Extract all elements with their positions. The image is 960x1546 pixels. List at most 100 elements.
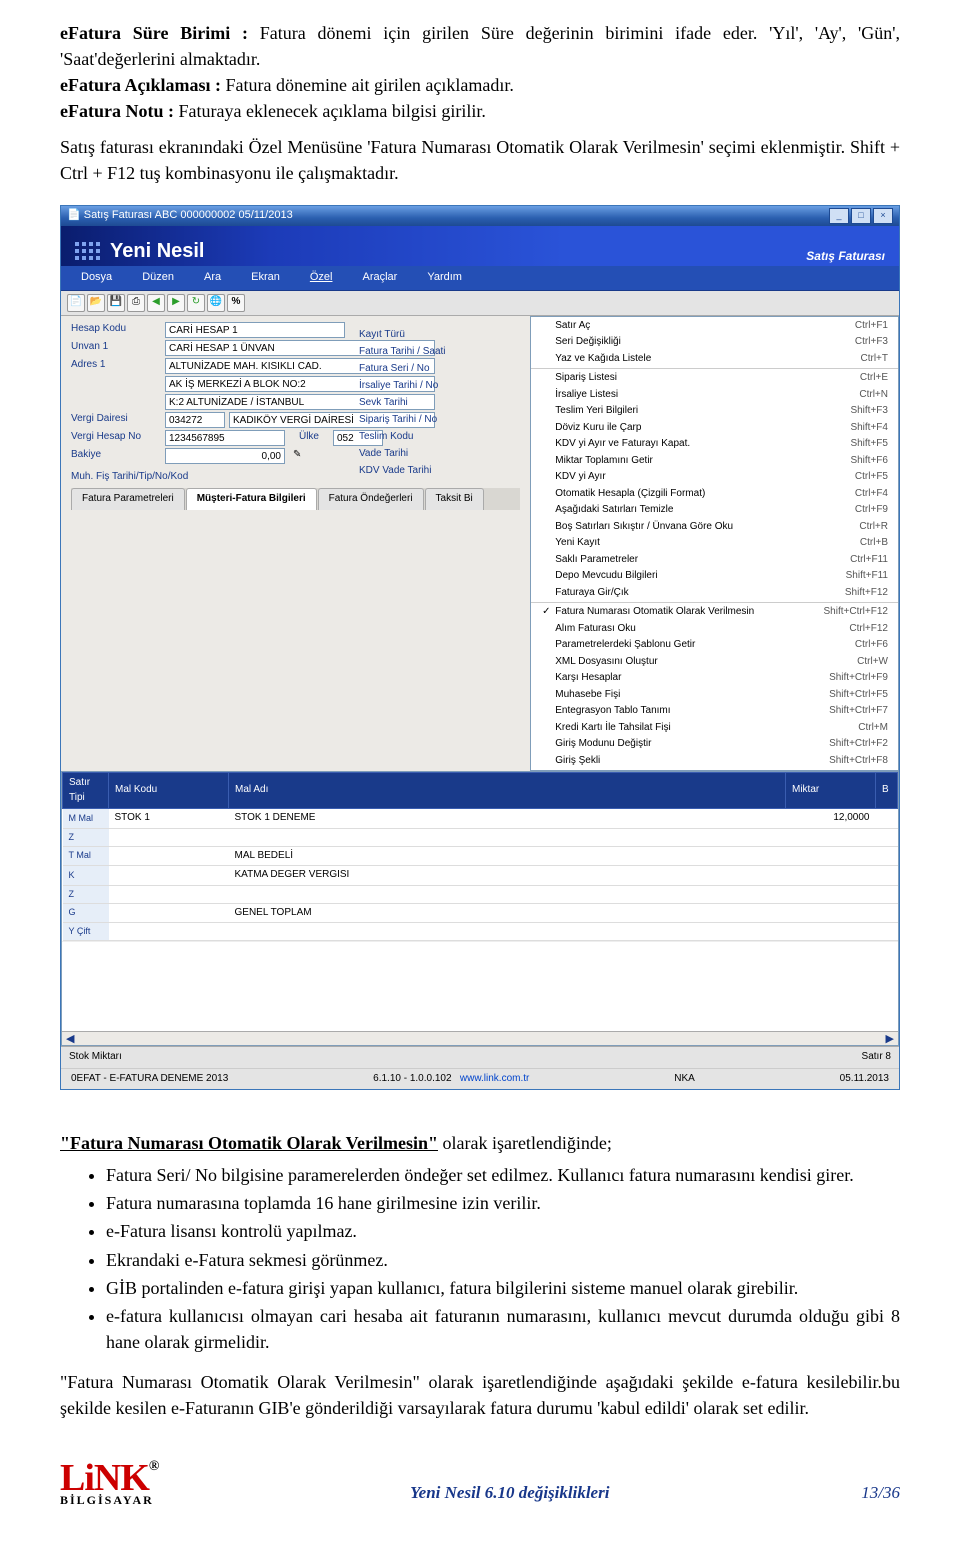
brand-bar: Yeni Nesil Satış Faturası xyxy=(61,226,899,266)
ozel-menu-item[interactable]: KDV yi Ayır ve Faturayı Kapat.Shift+F5 xyxy=(531,436,898,453)
ver-mid: 6.1.10 - 1.0.0.102 xyxy=(373,1073,451,1084)
ozel-menu-item[interactable]: Satır AçCtrl+F1 xyxy=(531,318,898,335)
label-hesap: Hesap Kodu xyxy=(71,322,161,337)
section-tail: olarak işaretlendiğinde; xyxy=(438,1133,612,1153)
label-sevk: Sevk Tarihi xyxy=(359,394,446,411)
menu-dosya[interactable]: Dosya xyxy=(81,270,112,286)
minimize-button[interactable]: _ xyxy=(829,208,849,224)
scroll-right-icon[interactable]: ▶ xyxy=(886,1032,894,1045)
ver-user: NKA xyxy=(674,1072,695,1087)
col-miktar[interactable]: Miktar xyxy=(786,773,876,809)
print-icon[interactable]: ⎙ xyxy=(127,294,145,312)
label-kdvvade: KDV Vade Tarihi xyxy=(359,462,446,479)
menu-ara[interactable]: Ara xyxy=(204,270,221,286)
ozel-menu-item[interactable]: Faturaya Gir/ÇıkShift+F12 xyxy=(531,585,898,602)
ozel-menu-item[interactable]: Saklı ParametrelerCtrl+F11 xyxy=(531,552,898,569)
ozel-menu-item[interactable]: Entegrasyon Tablo TanımıShift+Ctrl+F7 xyxy=(531,703,898,720)
ozel-menu-item[interactable]: Sipariş ListesiCtrl+E xyxy=(531,370,898,387)
close-button[interactable]: × xyxy=(873,208,893,224)
tab-musteri[interactable]: Müşteri-Fatura Bilgileri xyxy=(186,488,317,510)
text-p3: Faturaya eklenecek açıklama bilgisi giri… xyxy=(174,101,486,121)
field-vergino[interactable]: 1234567895 xyxy=(165,430,285,446)
window-icon: 📄 xyxy=(67,208,81,224)
list-item: Fatura Seri/ No bilgisine paramerelerden… xyxy=(106,1162,900,1188)
ozel-menu-item[interactable]: Döviz Kuru ile ÇarpShift+F4 xyxy=(531,420,898,437)
field-bakiye[interactable]: 0,00 xyxy=(165,448,285,464)
ozel-menu-item[interactable]: Aşağıdaki Satırları TemizleCtrl+F9 xyxy=(531,502,898,519)
table-row[interactable]: Y Çift xyxy=(63,923,898,941)
world-icon[interactable]: 🌐 xyxy=(207,294,225,312)
table-row[interactable]: T MalMAL BEDELİ xyxy=(63,846,898,866)
section-term: "Fatura Numarası Otomatik Olarak Verilme… xyxy=(60,1133,438,1153)
app-window: 📄 Satış Faturası ABC 000000002 05/11/201… xyxy=(60,205,900,1091)
intro-p2: eFatura Açıklaması : Fatura dönemine ait… xyxy=(60,72,900,98)
menu-duzen[interactable]: Düzen xyxy=(142,270,174,286)
menu-araclar[interactable]: Araçlar xyxy=(362,270,397,286)
table-row[interactable]: Z xyxy=(63,885,898,903)
ozel-menu-item[interactable]: Yaz ve Kağıda ListeleCtrl+T xyxy=(531,351,898,368)
ozel-menu-item[interactable]: Giriş Modunu DeğiştirShift+Ctrl+F2 xyxy=(531,736,898,753)
table-row[interactable]: GGENEL TOPLAM xyxy=(63,903,898,923)
ozel-menu-item[interactable]: KDV yi AyırCtrl+F5 xyxy=(531,469,898,486)
label-kayit-turu: Kayıt Türü xyxy=(359,326,446,343)
tab-taksit[interactable]: Taksit Bi xyxy=(425,488,484,510)
table-row[interactable]: Z xyxy=(63,828,898,846)
logo-subtitle: BİLGİSAYAR xyxy=(60,1495,158,1506)
field-hesap[interactable]: CARİ HESAP 1 xyxy=(165,322,345,338)
status-satir: Satır 8 xyxy=(862,1050,891,1065)
ozel-menu-item[interactable]: Giriş ŞekliShift+Ctrl+F8 xyxy=(531,753,898,770)
table-row[interactable]: M MalSTOK 1STOK 1 DENEME12,0000 xyxy=(63,809,898,829)
ozel-menu-item[interactable]: Miktar Toplamını GetirShift+F6 xyxy=(531,453,898,470)
col-satir-tipi[interactable]: Satır Tipi xyxy=(63,773,109,809)
term-aciklama: eFatura Açıklaması : xyxy=(60,75,221,95)
menu-ekran[interactable]: Ekran xyxy=(251,270,280,286)
menu-ozel[interactable]: Özel xyxy=(310,270,333,286)
pencil-icon[interactable]: ✎ xyxy=(293,448,301,463)
list-item: e-Fatura lisansı kontrolü yapılmaz. xyxy=(106,1218,900,1244)
menu-yardim[interactable]: Yardım xyxy=(427,270,462,286)
ver-url[interactable]: www.link.com.tr xyxy=(460,1073,529,1084)
forward-icon[interactable]: ▶ xyxy=(167,294,185,312)
scroll-left-icon[interactable]: ◀ xyxy=(66,1032,74,1045)
ozel-menu-item[interactable]: Boş Satırları Sıkıştır / Ünvana Göre Oku… xyxy=(531,519,898,536)
tab-parametreler[interactable]: Fatura Parametreleri xyxy=(71,488,185,510)
form-panel: Hesap KoduCARİ HESAP 1 Unvan 1CARİ HESAP… xyxy=(61,316,530,772)
title-bar: 📄 Satış Faturası ABC 000000002 05/11/201… xyxy=(61,206,899,226)
refresh-icon[interactable]: ↻ xyxy=(187,294,205,312)
field-vergid-code[interactable]: 034272 xyxy=(165,412,225,428)
back-icon[interactable]: ◀ xyxy=(147,294,165,312)
label-adres: Adres 1 xyxy=(71,358,161,373)
list-item: Fatura numarasına toplamda 16 hane giril… xyxy=(106,1190,900,1216)
save-icon[interactable]: 💾 xyxy=(107,294,125,312)
ozel-menu-item[interactable]: Yeni KayıtCtrl+B xyxy=(531,535,898,552)
open-icon[interactable]: 📂 xyxy=(87,294,105,312)
ozel-menu-item[interactable]: XML Dosyasını OluşturCtrl+W xyxy=(531,654,898,671)
percent-button[interactable]: % xyxy=(227,294,245,312)
ozel-menu-item[interactable]: Depo Mevcudu BilgileriShift+F11 xyxy=(531,568,898,585)
new-icon[interactable]: 📄 xyxy=(67,294,85,312)
ozel-menu-item[interactable]: Seri DeğişikliğiCtrl+F3 xyxy=(531,334,898,351)
data-grid: Satır Tipi Mal Kodu Mal Adı Miktar B M M… xyxy=(61,771,899,1046)
ozel-menu-item[interactable]: Otomatik Hesapla (Çizgili Format)Ctrl+F4 xyxy=(531,486,898,503)
ozel-menu-item[interactable]: Parametrelerdeki Şablonu GetirCtrl+F6 xyxy=(531,637,898,654)
ver-left: 0EFAT - E-FATURA DENEME 2013 xyxy=(71,1072,228,1087)
label-siparis: Sipariş Tarihi / No xyxy=(359,411,446,428)
maximize-button[interactable]: □ xyxy=(851,208,871,224)
link-logo: LiNK® BİLGİSAYAR xyxy=(60,1461,158,1506)
term-notu: eFatura Notu : xyxy=(60,101,174,121)
ozel-menu-item[interactable]: Alım Faturası OkuCtrl+F12 xyxy=(531,621,898,638)
ozel-menu-item[interactable]: Kredi Kartı İle Tahsilat FişiCtrl+M xyxy=(531,720,898,737)
ozel-menu-item[interactable]: ✓Fatura Numarası Otomatik Olarak Verilme… xyxy=(531,604,898,621)
col-mal-kodu[interactable]: Mal Kodu xyxy=(109,773,229,809)
ozel-menu-item[interactable]: Muhasebe FişiShift+Ctrl+F5 xyxy=(531,687,898,704)
term-sure-birimi: eFatura Süre Birimi : xyxy=(60,23,248,43)
ozel-menu-item[interactable]: Teslim Yeri BilgileriShift+F3 xyxy=(531,403,898,420)
table-row[interactable]: KKATMA DEGER VERGISI xyxy=(63,866,898,886)
col-mal-adi[interactable]: Mal Adı xyxy=(229,773,786,809)
ver-date: 05.11.2013 xyxy=(840,1072,889,1087)
ozel-menu-item[interactable]: Karşı HesaplarShift+Ctrl+F9 xyxy=(531,670,898,687)
ozel-menu-item[interactable]: İrsaliye ListesiCtrl+N xyxy=(531,387,898,404)
label-unvan: Unvan 1 xyxy=(71,340,161,355)
tab-ondegerler[interactable]: Fatura Öndeğerleri xyxy=(318,488,424,510)
col-b[interactable]: B xyxy=(876,773,898,809)
